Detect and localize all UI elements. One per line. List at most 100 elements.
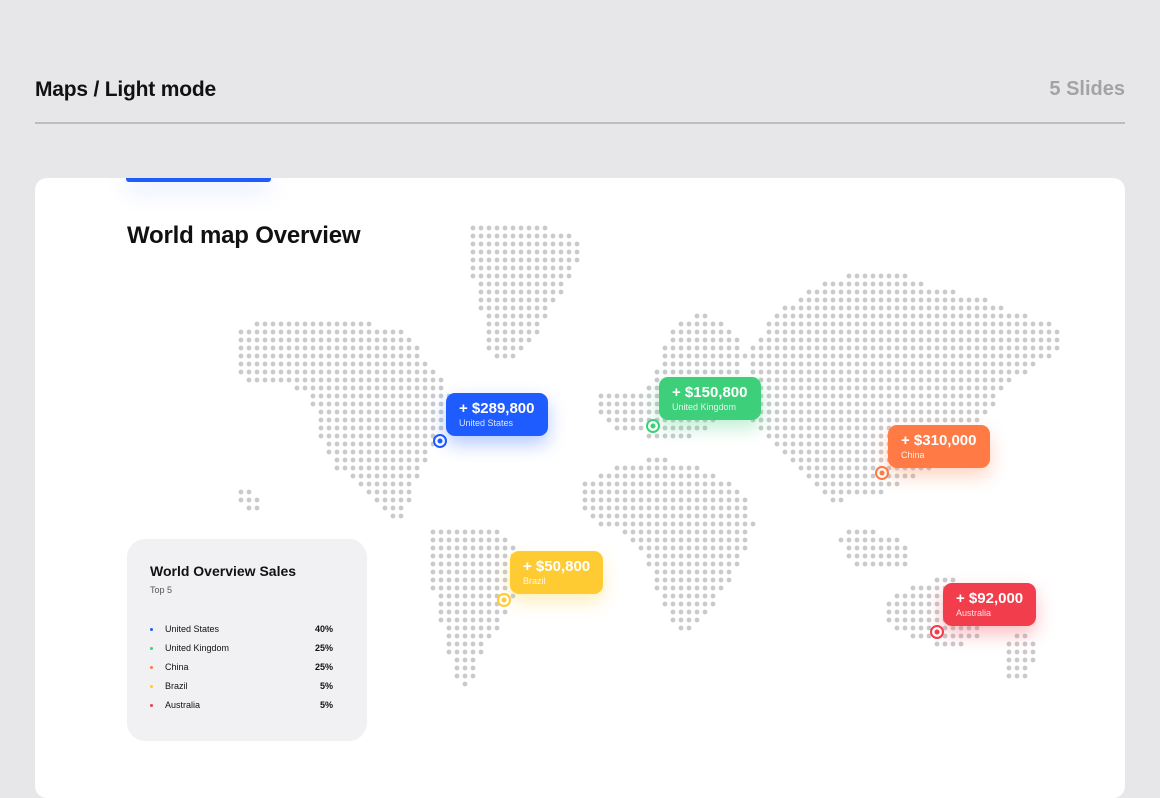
map-dot	[814, 425, 820, 431]
map-dot	[838, 281, 844, 287]
map-dot	[454, 601, 460, 607]
map-dot	[558, 241, 564, 247]
map-dot	[982, 377, 988, 383]
map-dot	[862, 465, 868, 471]
map-dot	[734, 553, 740, 559]
pin-united-kingdom[interactable]	[646, 419, 660, 433]
map-dot	[446, 585, 452, 591]
map-dot	[510, 313, 516, 319]
map-dot	[934, 353, 940, 359]
map-dot	[846, 537, 852, 543]
map-dot	[878, 409, 884, 415]
map-dot	[854, 289, 860, 295]
map-dot	[806, 321, 812, 327]
map-dot	[366, 473, 372, 479]
callout-china[interactable]: + $310,000 China	[888, 425, 990, 468]
map-dot	[846, 385, 852, 391]
map-dot	[846, 345, 852, 351]
map-dot	[494, 265, 500, 271]
map-dot	[694, 529, 700, 535]
map-dot	[446, 529, 452, 535]
map-dot	[670, 601, 676, 607]
map-dot	[678, 593, 684, 599]
map-dot	[254, 369, 260, 375]
map-dot	[334, 377, 340, 383]
map-dot	[838, 449, 844, 455]
map-dot	[494, 281, 500, 287]
map-dot	[886, 401, 892, 407]
map-dot	[862, 481, 868, 487]
map-dot	[774, 353, 780, 359]
map-dot	[526, 289, 532, 295]
map-dot	[494, 321, 500, 327]
map-dot	[318, 417, 324, 423]
map-dot	[862, 441, 868, 447]
map-dot	[782, 393, 788, 399]
map-dot	[782, 417, 788, 423]
map-dot	[942, 401, 948, 407]
map-dot	[790, 329, 796, 335]
map-dot	[694, 321, 700, 327]
map-dot	[830, 361, 836, 367]
map-dot	[918, 289, 924, 295]
map-dot	[806, 305, 812, 311]
map-dot	[878, 457, 884, 463]
map-dot	[950, 337, 956, 343]
callout-united-kingdom[interactable]: + $150,800 United Kingdom	[659, 377, 761, 420]
map-dot	[846, 281, 852, 287]
map-dot	[950, 329, 956, 335]
map-dot	[686, 593, 692, 599]
map-dot	[1006, 377, 1012, 383]
map-dot	[550, 265, 556, 271]
map-dot	[670, 465, 676, 471]
map-dot	[334, 385, 340, 391]
pin-brazil[interactable]	[497, 593, 511, 607]
map-dot	[910, 281, 916, 287]
map-dot	[342, 425, 348, 431]
callout-united-states[interactable]: + $289,800 United States	[446, 393, 548, 436]
pin-china[interactable]	[875, 466, 889, 480]
map-dot	[950, 305, 956, 311]
map-dot	[934, 641, 940, 647]
callout-australia[interactable]: + $92,000 Australia	[943, 583, 1037, 626]
map-dot	[774, 337, 780, 343]
map-dot	[366, 353, 372, 359]
map-dot	[358, 353, 364, 359]
map-dot	[334, 425, 340, 431]
map-dot	[414, 409, 420, 415]
map-dot	[678, 345, 684, 351]
pin-united-states[interactable]	[433, 434, 447, 448]
map-dot	[822, 481, 828, 487]
map-dot	[702, 585, 708, 591]
map-dot	[726, 505, 732, 511]
map-dot	[958, 313, 964, 319]
map-dot	[846, 361, 852, 367]
map-dot	[422, 393, 428, 399]
map-dot	[950, 633, 956, 639]
map-dot	[678, 521, 684, 527]
map-dot	[326, 361, 332, 367]
map-dot	[726, 569, 732, 575]
map-dot	[462, 617, 468, 623]
map-dot	[1022, 665, 1028, 671]
map-dot	[862, 409, 868, 415]
map-dot	[670, 425, 676, 431]
map-dot	[246, 329, 252, 335]
map-dot	[462, 665, 468, 671]
map-dot	[926, 321, 932, 327]
map-dot	[758, 345, 764, 351]
pin-australia[interactable]	[930, 625, 944, 639]
map-dot	[542, 313, 548, 319]
map-dot	[382, 433, 388, 439]
map-dot	[526, 321, 532, 327]
map-dot	[758, 369, 764, 375]
map-dot	[662, 577, 668, 583]
map-dot	[414, 457, 420, 463]
map-dot	[902, 601, 908, 607]
map-dot	[350, 457, 356, 463]
map-dot	[910, 601, 916, 607]
callout-brazil[interactable]: + $50,800 Brazil	[510, 551, 604, 594]
map-dot	[478, 593, 484, 599]
map-dot	[526, 273, 532, 279]
map-dot	[254, 321, 260, 327]
